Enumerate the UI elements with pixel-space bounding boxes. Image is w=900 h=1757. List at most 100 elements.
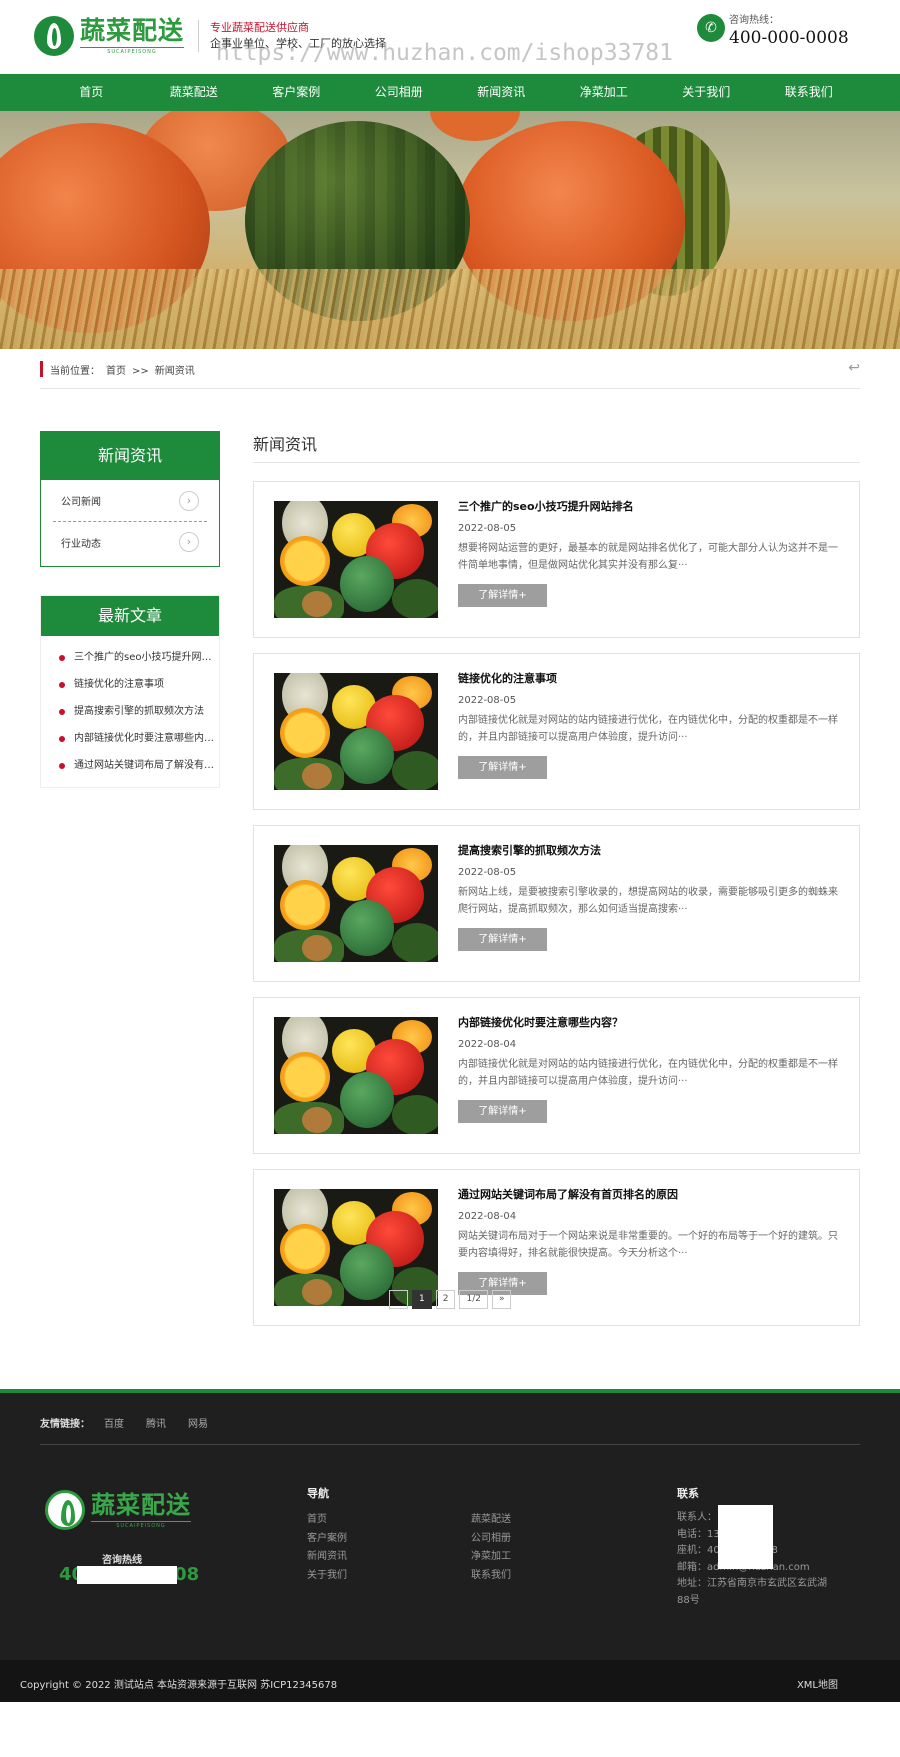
nav-item-delivery[interactable]: 蔬菜配送 bbox=[143, 74, 246, 111]
footer-nav-title: 导航 bbox=[307, 1487, 329, 1500]
friend-link[interactable]: 百度 bbox=[104, 1415, 124, 1430]
page-title: 新闻资讯 bbox=[253, 431, 860, 463]
pager-prev-icon[interactable]: « bbox=[388, 1290, 409, 1309]
read-more-button[interactable]: 了解详情+ bbox=[458, 928, 547, 951]
footer-nav-link[interactable]: 蔬菜配送 bbox=[471, 1512, 571, 1529]
straw-image bbox=[0, 269, 900, 349]
nav-item-news[interactable]: 新闻资讯 bbox=[450, 74, 553, 111]
latest-article-link[interactable]: 通过网站关键词布局了解没有首页排名的原因 bbox=[41, 752, 219, 779]
main-content: 新闻资讯 公司新闻 › 行业动态 › 最新文章 三个推广的seo小技巧提升网站排… bbox=[40, 389, 860, 1389]
watermark-text: https://www.huzhan.com/ishop33781 bbox=[216, 40, 673, 66]
footer-nav-link[interactable]: 关于我们 bbox=[307, 1568, 471, 1585]
news-date: 2022-08-05 bbox=[458, 695, 517, 706]
nav-item-processing[interactable]: 净菜加工 bbox=[553, 74, 656, 111]
news-date: 2022-08-05 bbox=[458, 523, 517, 534]
news-date: 2022-08-05 bbox=[458, 867, 517, 878]
pager-page-1[interactable]: 1 bbox=[412, 1290, 432, 1309]
category-label: 行业动态 bbox=[61, 538, 101, 550]
header-hotline: ✆ 咨询热线： 400-000-0008 bbox=[697, 14, 849, 48]
news-card: 三个推广的seo小技巧提升网站排名 2022-08-05 想要将网站运营的更好，… bbox=[253, 481, 860, 638]
footer-nav-link[interactable]: 净菜加工 bbox=[471, 1549, 571, 1566]
news-title[interactable]: 提高搜索引擎的抓取频次方法 bbox=[458, 844, 842, 858]
footer-nav-link[interactable]: 新闻资讯 bbox=[307, 1549, 471, 1566]
nav-item-about[interactable]: 关于我们 bbox=[655, 74, 758, 111]
read-more-button[interactable]: 了解详情+ bbox=[458, 584, 547, 607]
news-thumbnail[interactable] bbox=[274, 501, 438, 618]
leaf-logo-icon bbox=[34, 16, 74, 56]
site-logo[interactable]: 蔬菜配送 SUCAIPEISONG bbox=[34, 16, 185, 56]
news-summary: 内部链接优化就是对网站的站内链接进行优化，在内链优化中，分配的权重都是不一样的，… bbox=[458, 715, 838, 743]
breadcrumb-current[interactable]: 新闻资讯 bbox=[155, 366, 195, 377]
nav-item-album[interactable]: 公司相册 bbox=[348, 74, 451, 111]
nav-item-cases[interactable]: 客户案例 bbox=[245, 74, 348, 111]
latest-articles: 最新文章 三个推广的seo小技巧提升网站排名 链接优化的注意事项 提高搜索引擎的… bbox=[40, 595, 220, 788]
main-nav: 首页 蔬菜配送 客户案例 公司相册 新闻资讯 净菜加工 关于我们 联系我们 bbox=[0, 74, 900, 111]
leaf-logo-icon bbox=[45, 1490, 85, 1530]
category-label: 公司新闻 bbox=[61, 497, 101, 508]
news-thumbnail[interactable] bbox=[274, 1017, 438, 1134]
footer-logo-subtitle: SUCAIPEISONG bbox=[91, 1521, 191, 1529]
friend-link[interactable]: 腾讯 bbox=[146, 1415, 166, 1430]
category-box: 新闻资讯 公司新闻 › 行业动态 › bbox=[40, 431, 220, 567]
latest-article-link[interactable]: 内部链接优化时要注意哪些内容？ bbox=[41, 725, 219, 752]
breadcrumb-home[interactable]: 首页 bbox=[106, 366, 126, 377]
news-card: 链接优化的注意事项 2022-08-05 内部链接优化就是对网站的站内链接进行优… bbox=[253, 653, 860, 810]
news-thumbnail[interactable] bbox=[274, 845, 438, 962]
news-title[interactable]: 内部链接优化时要注意哪些内容？ bbox=[458, 1016, 842, 1030]
footer-contact-title: 联系 bbox=[677, 1487, 699, 1500]
news-thumbnail[interactable] bbox=[274, 1189, 438, 1306]
category-title: 新闻资讯 bbox=[41, 432, 219, 480]
hero-banner bbox=[0, 111, 900, 349]
news-title[interactable]: 通过网站关键词布局了解没有首页排名的原因 bbox=[458, 1188, 842, 1202]
footer-logo-title: 蔬菜配送 bbox=[91, 1490, 191, 1519]
latest-article-link[interactable]: 提高搜索引擎的抓取频次方法 bbox=[41, 698, 219, 725]
category-item[interactable]: 行业动态 › bbox=[53, 521, 207, 562]
footer-logo[interactable]: 蔬菜配送 SUCAIPEISONG bbox=[45, 1490, 191, 1530]
news-summary: 网站关键词布局对于一个网站来说是非常重要的。一个好的布局等于一个好的建筑。只要内… bbox=[458, 1231, 838, 1259]
logo-title: 蔬菜配送 bbox=[80, 16, 185, 45]
site-footer: 友情链接： 百度 腾讯 网易 蔬菜配送 SUCAIPEISONG 咨询热线 40… bbox=[0, 1389, 900, 1660]
hotline-number: 400-000-0008 bbox=[729, 28, 849, 48]
footer-nav-link[interactable]: 公司相册 bbox=[471, 1531, 571, 1548]
friend-link[interactable]: 网易 bbox=[188, 1415, 208, 1430]
news-title[interactable]: 三个推广的seo小技巧提升网站排名 bbox=[458, 500, 842, 514]
pagination: « 1 2 1/2 » bbox=[40, 1290, 860, 1309]
read-more-button[interactable]: 了解详情+ bbox=[458, 1100, 547, 1123]
nav-item-contact[interactable]: 联系我们 bbox=[758, 74, 861, 111]
header-divider bbox=[198, 20, 199, 52]
news-title[interactable]: 链接优化的注意事项 bbox=[458, 672, 842, 686]
news-card: 提高搜索引擎的抓取频次方法 2022-08-05 新网站上线，是要被搜索引擎收录… bbox=[253, 825, 860, 982]
breadcrumb: 当前位置： 首页 >> 新闻资讯 ↩ bbox=[40, 349, 860, 389]
breadcrumb-marker bbox=[40, 361, 43, 377]
footer-nav-link[interactable]: 首页 bbox=[307, 1512, 471, 1529]
nav-item-home[interactable]: 首页 bbox=[40, 74, 143, 111]
latest-article-link[interactable]: 链接优化的注意事项 bbox=[41, 671, 219, 698]
news-section: 新闻资讯 三个推广的seo小技巧提升网站排名 2022-08-05 想要将网站运… bbox=[253, 431, 860, 1341]
footer-nav-link[interactable]: 客户案例 bbox=[307, 1531, 471, 1548]
back-arrow-icon[interactable]: ↩ bbox=[848, 360, 860, 376]
contact-address: 地址：江苏省南京市玄武区玄武湖88号 bbox=[677, 1578, 827, 1606]
friend-links: 友情链接： 百度 腾讯 网易 bbox=[40, 1393, 860, 1445]
latest-article-link[interactable]: 三个推广的seo小技巧提升网站排名 bbox=[41, 644, 219, 671]
copyright-bar: Copyright © 2022 测试站点 本站资源来源于互联网 苏ICP123… bbox=[0, 1660, 900, 1702]
phone-icon: ✆ bbox=[697, 14, 725, 42]
news-date: 2022-08-04 bbox=[458, 1039, 517, 1050]
news-date: 2022-08-04 bbox=[458, 1211, 517, 1222]
friend-links-label: 友情链接： bbox=[40, 1419, 90, 1430]
footer-nav-link[interactable]: 联系我们 bbox=[471, 1568, 571, 1585]
read-more-button[interactable]: 了解详情+ bbox=[458, 756, 547, 779]
logo-subtitle: SUCAIPEISONG bbox=[80, 47, 185, 55]
site-header: 蔬菜配送 SUCAIPEISONG 专业蔬菜配送供应商 企事业单位、学校、工厂的… bbox=[0, 0, 900, 74]
pager-total: 1/2 bbox=[459, 1290, 488, 1309]
chevron-right-icon: › bbox=[179, 532, 199, 552]
news-summary: 想要将网站运营的更好，最基本的就是网站排名优化了，可能大部分人认为这并不是一件简… bbox=[458, 543, 838, 571]
redaction-block bbox=[718, 1505, 773, 1569]
pager-next-icon[interactable]: » bbox=[491, 1290, 512, 1309]
sitemap-link[interactable]: XML地图 bbox=[797, 1676, 838, 1691]
copyright-text: Copyright © 2022 测试站点 本站资源来源于互联网 苏ICP123… bbox=[20, 1680, 338, 1691]
pager-page-2[interactable]: 2 bbox=[435, 1290, 456, 1309]
breadcrumb-label: 当前位置： bbox=[50, 366, 100, 377]
category-item[interactable]: 公司新闻 › bbox=[53, 480, 207, 521]
news-thumbnail[interactable] bbox=[274, 673, 438, 790]
chevron-right-icon: › bbox=[179, 490, 199, 511]
